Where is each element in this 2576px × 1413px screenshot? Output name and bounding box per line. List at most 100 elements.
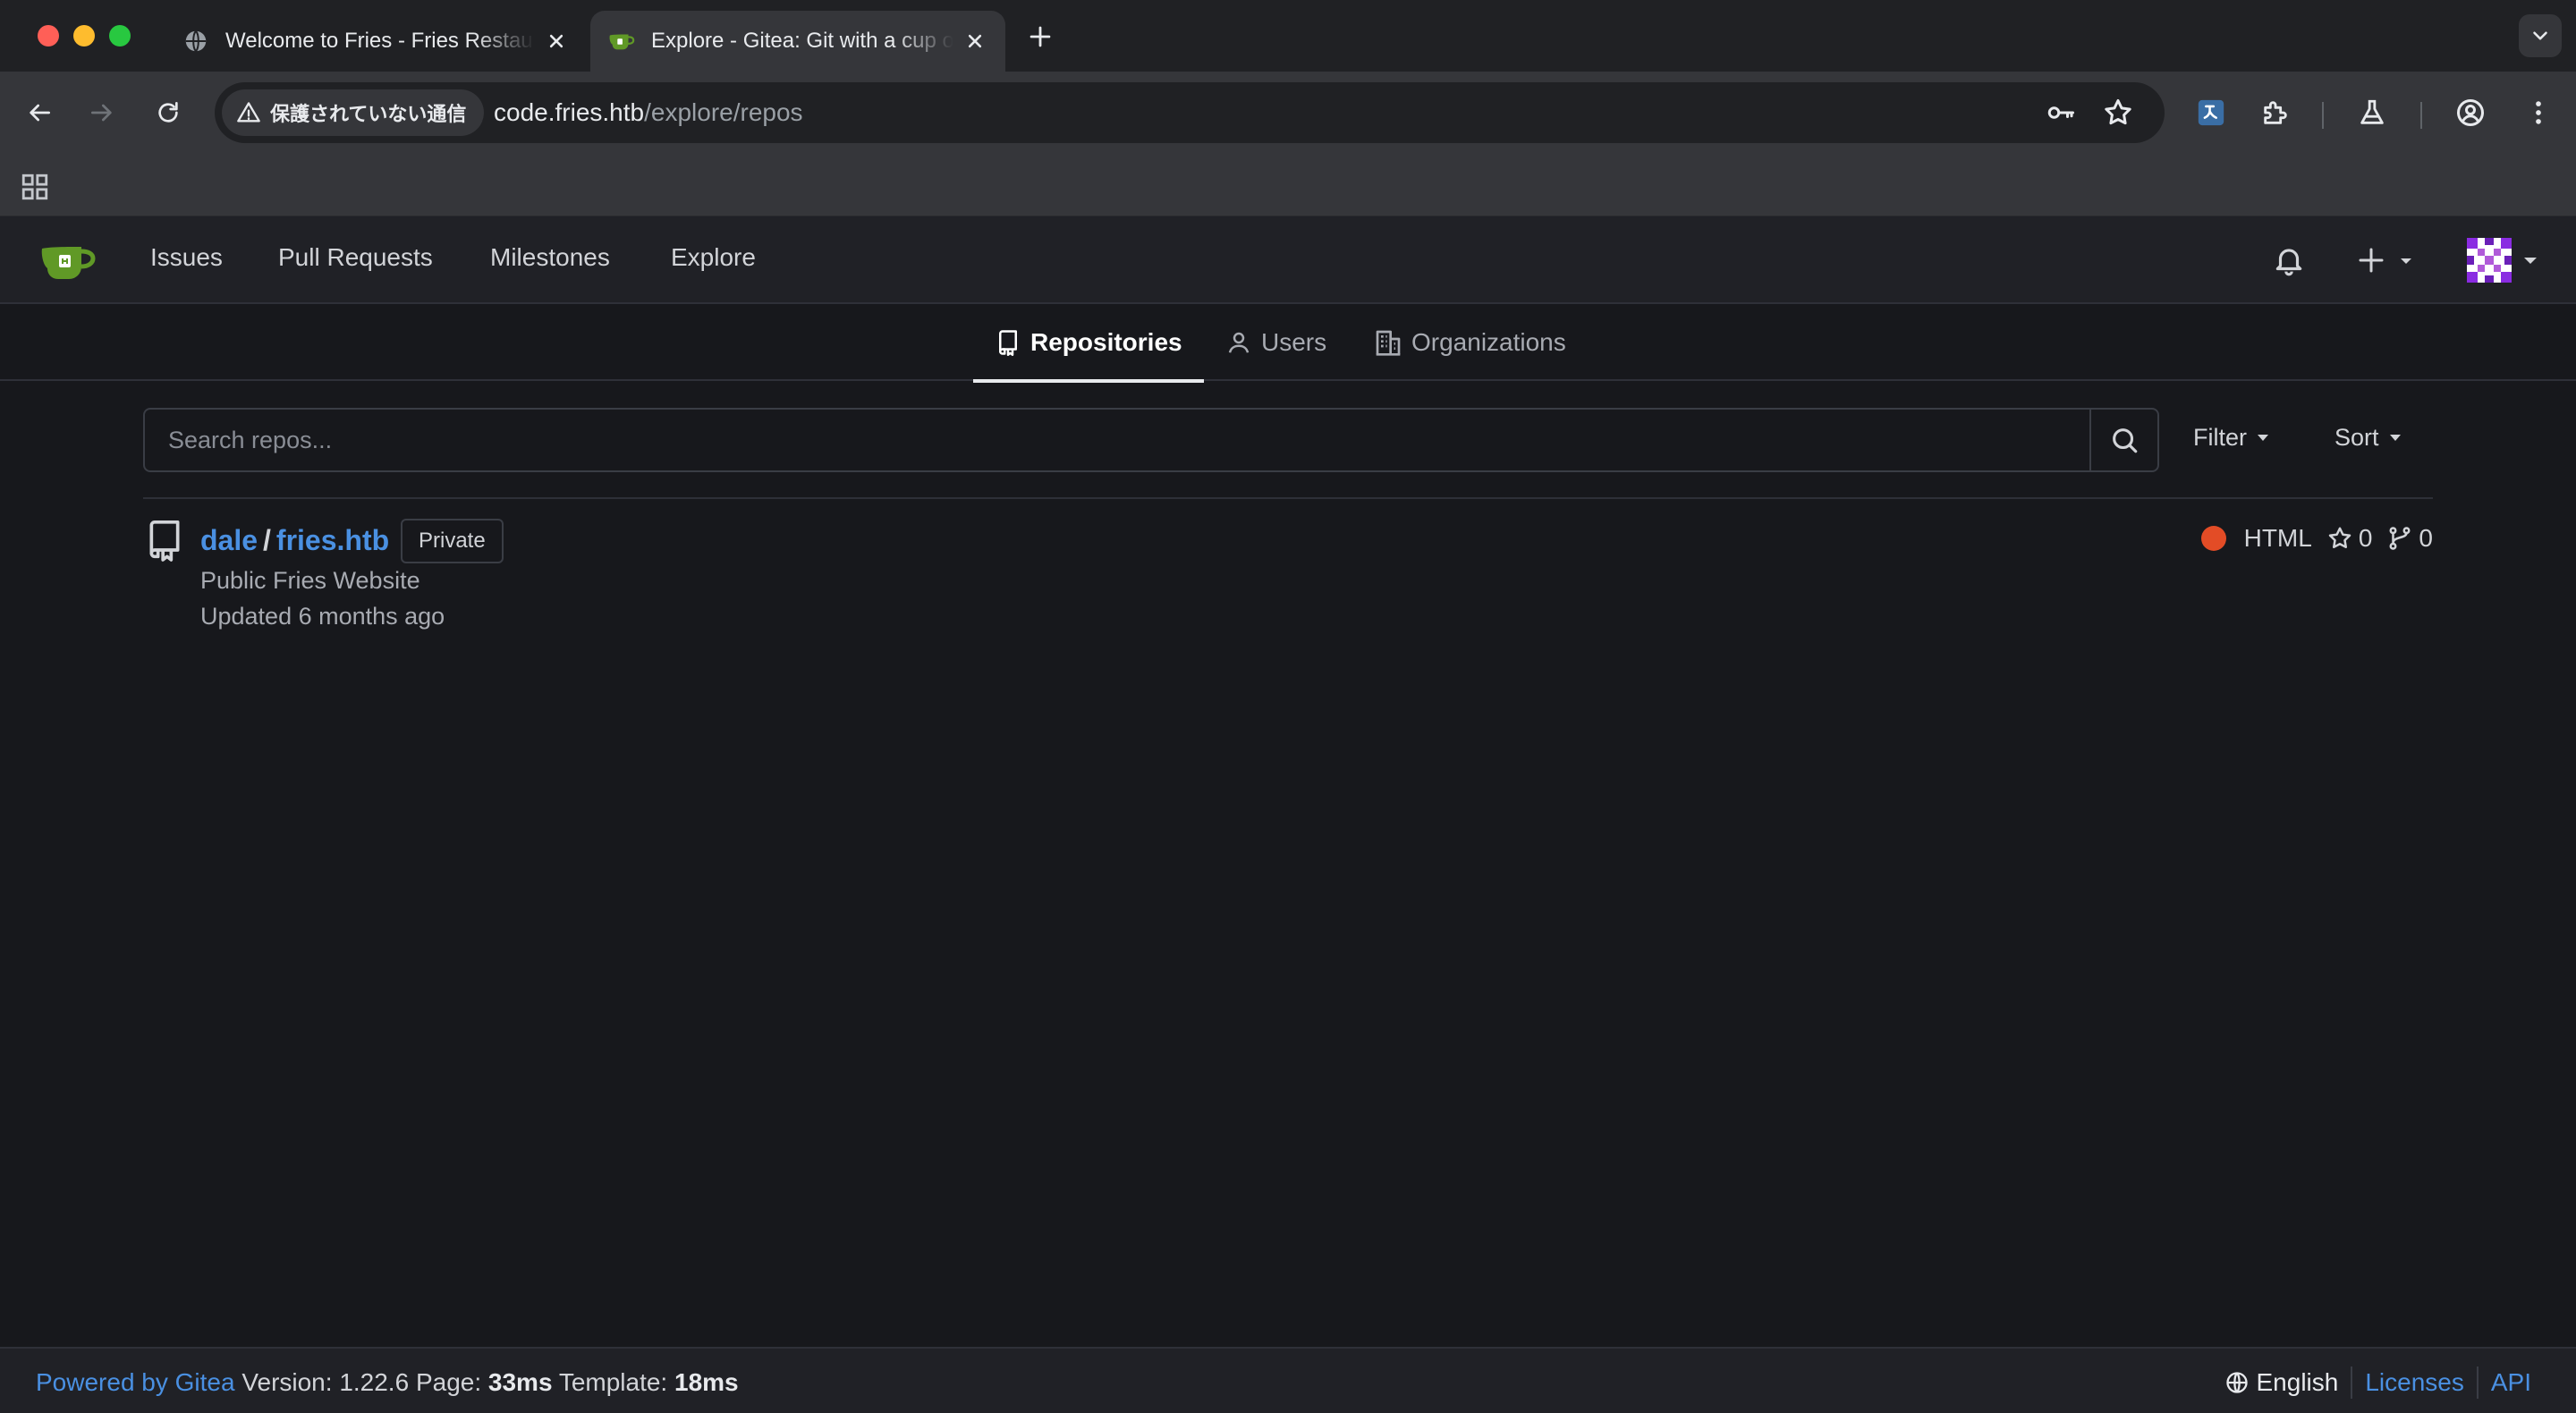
security-label: 保護されていない通信 (270, 103, 467, 125)
repo-stars[interactable]: 0 (2326, 524, 2373, 553)
repo-language: HTML (2243, 524, 2312, 552)
browser-tab-gitea[interactable]: Explore - Gitea: Git with a cup of tea (590, 11, 1005, 72)
url-path: /explore/repos (644, 98, 803, 126)
tab-title: Welcome to Fries - Fries Restaurant (225, 29, 535, 53)
tab-users[interactable]: Users (1225, 304, 1326, 381)
account-circle-icon (2457, 99, 2484, 126)
gitea-logo-icon[interactable] (39, 238, 97, 283)
page-footer: Powered by Gitea Version: 1.22.6 Page: 3… (0, 1347, 2576, 1413)
repo-owner-link[interactable]: dale (200, 524, 258, 557)
tab-organizations[interactable]: Organizations (1374, 304, 1566, 381)
security-indicator[interactable]: 保護されていない通信 (222, 89, 485, 136)
forward-button[interactable] (84, 95, 120, 131)
bell-icon[interactable] (2272, 243, 2306, 277)
nav-pull-requests[interactable]: Pull Requests (278, 243, 433, 272)
repo-name-link[interactable]: fries.htb (276, 524, 389, 557)
search-input[interactable] (145, 410, 2089, 470)
filter-dropdown[interactable]: Filter (2193, 424, 2268, 452)
tab-search-button[interactable] (2519, 14, 2562, 57)
language-color-dot (2200, 526, 2226, 551)
divider (2476, 1366, 2479, 1399)
flask-icon (2360, 99, 2384, 124)
reload-icon (158, 102, 178, 123)
fork-icon (2389, 527, 2411, 550)
sort-label: Sort (2334, 424, 2379, 451)
template-time-label: Template: (558, 1368, 668, 1396)
url-host: code.fries.htb (494, 98, 645, 126)
repo-description: Public Fries Website (200, 567, 420, 594)
nav-explore[interactable]: Explore (671, 243, 756, 272)
url-text[interactable]: code.fries.htb/explore/repos (494, 98, 803, 127)
key-icon[interactable] (2045, 97, 2077, 129)
reload-button[interactable] (150, 95, 186, 131)
star-icon (2328, 527, 2351, 548)
template-time: 18ms (674, 1368, 739, 1396)
chevron-down-icon (2533, 31, 2547, 40)
stars-count: 0 (2358, 524, 2373, 552)
footer-info: Powered by Gitea Version: 1.22.6 Page: 3… (36, 1368, 739, 1397)
gitea-favicon (608, 28, 635, 55)
caret-down-icon (2258, 435, 2268, 441)
language-selector[interactable]: English (2224, 1368, 2338, 1397)
gitea-navbar: Issues Pull Requests Milestones Explore (0, 216, 2576, 304)
labs-button[interactable] (2354, 95, 2390, 131)
extension-translate-button[interactable] (2193, 95, 2229, 131)
tab-label: Repositories (1030, 328, 1182, 356)
apps-grid-icon[interactable] (20, 172, 50, 202)
translate-extension-icon (2198, 99, 2224, 126)
nav-issues[interactable]: Issues (150, 243, 223, 272)
caret-down-icon (2389, 435, 2401, 441)
star-icon[interactable] (2102, 97, 2134, 129)
window-close-button[interactable] (38, 25, 59, 47)
close-icon[interactable] (962, 29, 987, 54)
powered-by-link[interactable]: Powered by Gitea (36, 1368, 235, 1396)
browser-toolbar: 保護されていない通信 code.fries.htb/explore/repos (0, 72, 2576, 154)
private-badge: Private (401, 519, 504, 563)
new-tab-button[interactable] (1025, 21, 1055, 52)
nav-milestones[interactable]: Milestones (490, 243, 610, 272)
bookmarks-bar (0, 154, 2576, 216)
filter-label: Filter (2193, 424, 2247, 451)
repo-search-box (143, 408, 2159, 472)
browser-tab-fries[interactable]: Welcome to Fries - Fries Restaurant (165, 11, 587, 72)
warning-icon (237, 102, 260, 123)
search-button[interactable] (2089, 410, 2157, 470)
page-time: 33ms (487, 1368, 553, 1396)
profile-button[interactable] (2453, 95, 2488, 131)
arrow-left-icon (30, 104, 50, 122)
repo-forks[interactable]: 0 (2386, 524, 2433, 553)
licenses-link[interactable]: Licenses (2365, 1368, 2464, 1397)
tab-title: Explore - Gitea: Git with a cup of tea (651, 29, 953, 53)
repo-title: dale / fries.htb (200, 524, 389, 557)
back-button[interactable] (21, 95, 57, 131)
repo-updated-time: Updated 6 months ago (200, 603, 445, 630)
tab-repositories[interactable]: Repositories (973, 304, 1204, 383)
toolbar-separator (2322, 102, 2324, 129)
close-icon[interactable] (544, 29, 569, 54)
browser-menu-button[interactable] (2521, 95, 2556, 131)
divider (143, 497, 2433, 499)
tab-label: Organizations (1411, 328, 1566, 356)
address-bar[interactable]: 保護されていない通信 code.fries.htb/explore/repos (215, 82, 2165, 143)
tab-label: Users (1261, 328, 1327, 356)
sort-dropdown[interactable]: Sort (2334, 424, 2401, 452)
person-icon (1228, 332, 1250, 353)
avatar (2467, 238, 2537, 283)
toolbar-separator (2420, 102, 2422, 129)
explore-tabs: Repositories Users Organizations (0, 304, 2576, 383)
window-minimize-button[interactable] (73, 25, 95, 47)
user-avatar-dropdown[interactable] (2467, 238, 2538, 283)
version-label: Version: (242, 1368, 333, 1396)
globe-icon (2225, 1372, 2248, 1393)
window-maximize-button[interactable] (109, 25, 131, 47)
globe-icon (182, 28, 209, 55)
footer-links: English Licenses API (2224, 1365, 2531, 1400)
repo-path-separator: / (263, 524, 271, 556)
create-new-dropdown[interactable] (2356, 245, 2413, 275)
arrow-right-icon (91, 104, 112, 122)
repo-stats: HTML 0 0 (2200, 524, 2433, 553)
api-link[interactable]: API (2491, 1368, 2531, 1397)
extensions-button[interactable] (2258, 95, 2293, 131)
search-icon (2113, 428, 2138, 453)
forks-count: 0 (2419, 524, 2433, 552)
